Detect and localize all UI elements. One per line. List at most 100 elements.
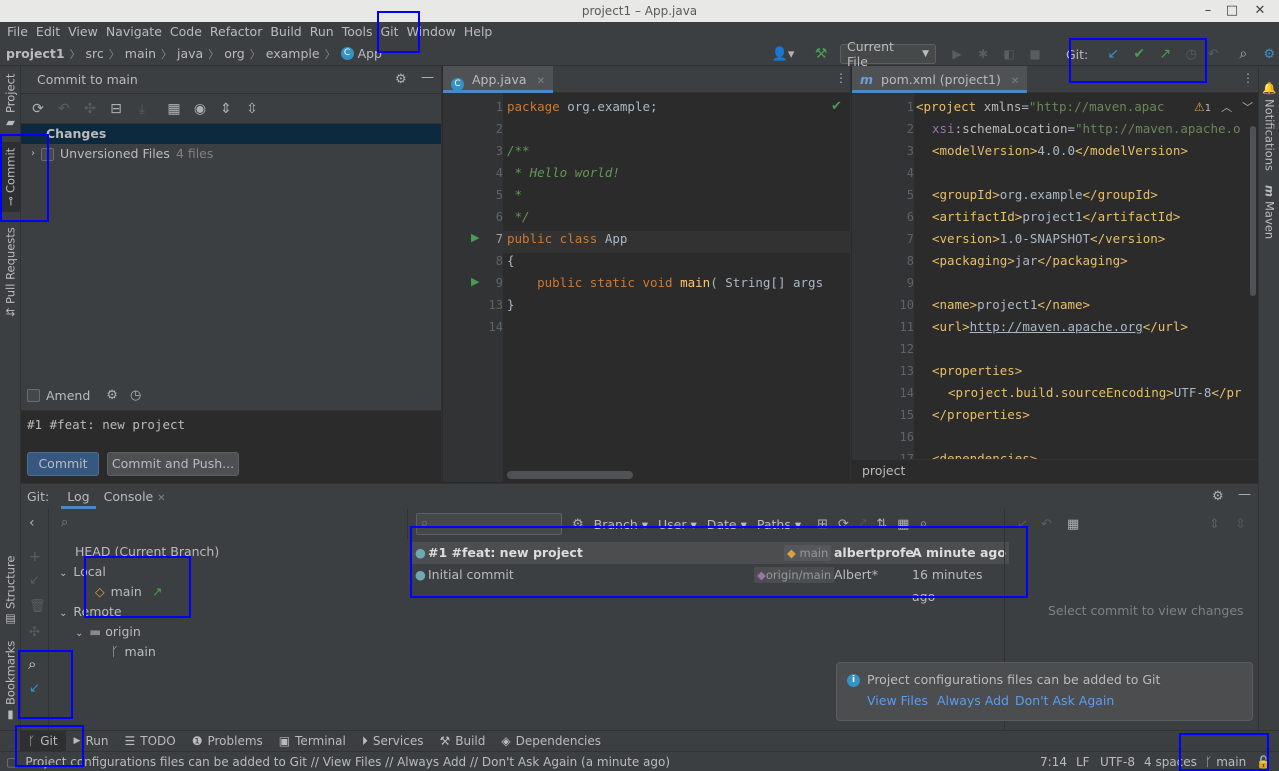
menu-refactor[interactable]: Refactor xyxy=(206,22,266,42)
menu-code[interactable]: Code xyxy=(166,22,206,42)
filter-branch[interactable]: Branch ▾ xyxy=(594,517,648,532)
vertical-scrollbar[interactable] xyxy=(1250,126,1256,296)
run-tool-button[interactable]: ▶ Run xyxy=(66,731,117,752)
xml-breadcrumb[interactable]: project xyxy=(852,459,1258,482)
intellisort-icon[interactable]: ⇅ xyxy=(876,517,887,532)
terminal-tool-button[interactable]: ▣ Terminal xyxy=(271,731,354,752)
collapse-all-icon[interactable]: ⇳ xyxy=(241,98,263,120)
indent-setting[interactable]: 4 spaces xyxy=(1144,755,1197,769)
structure-tool-tab[interactable]: ▤ Structure xyxy=(0,555,21,627)
minimize-panel-icon[interactable]: — xyxy=(1238,487,1251,502)
bookmarks-tool-tab[interactable]: ▮ Bookmarks xyxy=(0,641,21,723)
lock-icon[interactable]: 🔓 xyxy=(1256,755,1271,769)
clock-icon[interactable]: ◷ xyxy=(130,388,141,403)
menu-build[interactable]: Build xyxy=(266,22,305,42)
unversioned-files-row[interactable]: › Unversioned Files 4 files xyxy=(21,144,441,164)
tree-remote[interactable]: ⌄ Remote xyxy=(59,602,122,622)
run-gutter-icon[interactable]: ▶ xyxy=(471,275,479,288)
gear-icon[interactable]: ⚙ xyxy=(1212,489,1224,504)
more-icon[interactable]: ⋮ xyxy=(1242,71,1254,85)
close-tab-icon[interactable]: ✕ xyxy=(1011,76,1019,87)
run-gutter-icon[interactable]: ▶ xyxy=(471,231,479,244)
revert-icon[interactable]: ↶ xyxy=(1041,517,1052,532)
refresh-icon[interactable]: ⟳ xyxy=(27,98,49,120)
move-icon[interactable]: ✣ xyxy=(79,98,101,120)
git-branch-widget[interactable]: ᚴ main xyxy=(1205,755,1246,769)
expand-all-icon[interactable]: ⇕ xyxy=(215,98,237,120)
pull-requests-tool-tab[interactable]: ⇵ Pull Requests xyxy=(0,222,21,322)
chevron-right-icon[interactable]: › xyxy=(31,144,35,164)
tree-local[interactable]: ⌄ Local xyxy=(59,562,106,582)
tree-head[interactable]: HEAD (Current Branch) xyxy=(75,542,219,562)
git-push-icon[interactable]: ↗ xyxy=(1152,46,1178,62)
line-separator[interactable]: LF xyxy=(1076,755,1090,769)
gear-icon[interactable]: ⚙ xyxy=(395,72,407,87)
breadcrumb-app[interactable]: App xyxy=(358,46,382,61)
always-add-link[interactable]: Always Add xyxy=(937,693,1009,708)
rollback-icon[interactable]: ↶ xyxy=(53,98,75,120)
tree-origin[interactable]: ⌄ ▬ origin xyxy=(75,622,141,642)
debug-icon[interactable]: ✱ xyxy=(970,47,996,61)
menu-file[interactable]: File xyxy=(3,22,32,42)
breadcrumb-main[interactable]: main xyxy=(125,46,156,61)
checkout-icon[interactable]: ↙ xyxy=(29,573,40,588)
chevron-up-icon[interactable]: ︿ xyxy=(1221,99,1232,115)
refresh-icon[interactable]: ⟳ xyxy=(838,517,849,532)
coverage-icon[interactable]: ◧ xyxy=(996,47,1022,61)
dont-ask-again-link[interactable]: Don't Ask Again xyxy=(1015,693,1114,708)
eye-icon[interactable]: ◉ xyxy=(189,98,211,120)
tab-pom-xml[interactable]: m pom.xml (project1) ✕ xyxy=(852,66,1028,93)
more-icon[interactable]: ⋮ xyxy=(835,71,847,85)
run-config-select[interactable]: Current File ▼ xyxy=(840,39,936,69)
commit-tool-tab[interactable]: ⊸ Commit xyxy=(0,142,21,212)
notifications-tool-tab[interactable]: 🔔 Notifications xyxy=(1259,76,1279,176)
tab-console[interactable]: Console ✕ xyxy=(104,489,166,504)
menu-view[interactable]: View xyxy=(64,22,102,42)
breadcrumb-src[interactable]: src xyxy=(86,46,104,61)
amend-checkbox[interactable] xyxy=(27,389,40,402)
add-branch-icon[interactable]: + xyxy=(29,549,41,565)
menu-window[interactable]: Window xyxy=(403,22,460,42)
branch-search[interactable]: ⌕ xyxy=(49,509,406,539)
tab-app-java[interactable]: C App.java ✕ xyxy=(443,66,553,93)
git-update-icon[interactable]: ↙ xyxy=(1100,46,1126,62)
breadcrumb-example[interactable]: example xyxy=(266,46,320,61)
unversioned-checkbox[interactable] xyxy=(41,147,54,161)
diff-icon[interactable]: ⊟ xyxy=(105,98,127,120)
minimize-panel-icon[interactable]: — xyxy=(421,70,434,85)
caret-position[interactable]: 7:14 xyxy=(1040,755,1067,769)
commit-message-text[interactable]: #1 #feat: new project xyxy=(27,417,185,432)
fetch-icon[interactable]: ↙ xyxy=(29,681,40,696)
cherry-pick-icon[interactable]: ⤤ xyxy=(859,517,866,532)
git-tool-button[interactable]: ᚴ Git xyxy=(20,730,66,752)
menu-edit[interactable]: Edit xyxy=(32,22,64,42)
commit-button[interactable]: Commit xyxy=(27,452,99,476)
maximize-icon[interactable]: □ xyxy=(1220,0,1244,22)
menu-git[interactable]: Git xyxy=(377,22,403,42)
chevron-down-icon[interactable]: ﹀ xyxy=(1242,99,1253,115)
project-tool-tab[interactable]: ▰ Project xyxy=(0,72,21,132)
settings-icon[interactable]: ⚙ xyxy=(1256,47,1279,62)
tab-log[interactable]: Log xyxy=(61,484,96,509)
compare-icon[interactable]: ✣ xyxy=(29,625,40,640)
commit-and-push-button[interactable]: Commit and Push... xyxy=(107,452,239,476)
filter-user[interactable]: User ▾ xyxy=(658,517,697,532)
commit-row[interactable]: ● #1 #feat: new project ◆ main albertpro… xyxy=(411,542,1009,564)
tree-local-main[interactable]: ◇ main ↗ xyxy=(95,582,162,602)
tree-origin-main[interactable]: ᚴ main xyxy=(111,642,156,662)
gear-icon[interactable]: ⚙ xyxy=(572,517,584,532)
gear-icon[interactable]: ⚙ xyxy=(106,388,118,403)
close-icon[interactable]: ✕ xyxy=(1248,0,1272,22)
hammer-icon[interactable]: ⚒ xyxy=(808,46,834,62)
services-tool-button[interactable]: ⏵ Services xyxy=(354,731,432,752)
expand-all-icon[interactable]: ⇕ xyxy=(1209,517,1220,532)
status-message[interactable]: Project configurations files can be adde… xyxy=(25,755,670,769)
cherry-pick-icon[interactable]: ↙ xyxy=(1017,517,1028,532)
delete-icon[interactable]: 🗑 xyxy=(29,599,46,614)
horizontal-scrollbar[interactable] xyxy=(507,471,633,479)
search-icon[interactable]: ⌕ xyxy=(1230,46,1256,62)
collapse-all-icon[interactable]: ⇳ xyxy=(1235,517,1246,532)
download-icon[interactable]: ⤓ xyxy=(131,98,153,120)
menu-run[interactable]: Run xyxy=(306,22,338,42)
menu-navigate[interactable]: Navigate xyxy=(102,22,166,42)
